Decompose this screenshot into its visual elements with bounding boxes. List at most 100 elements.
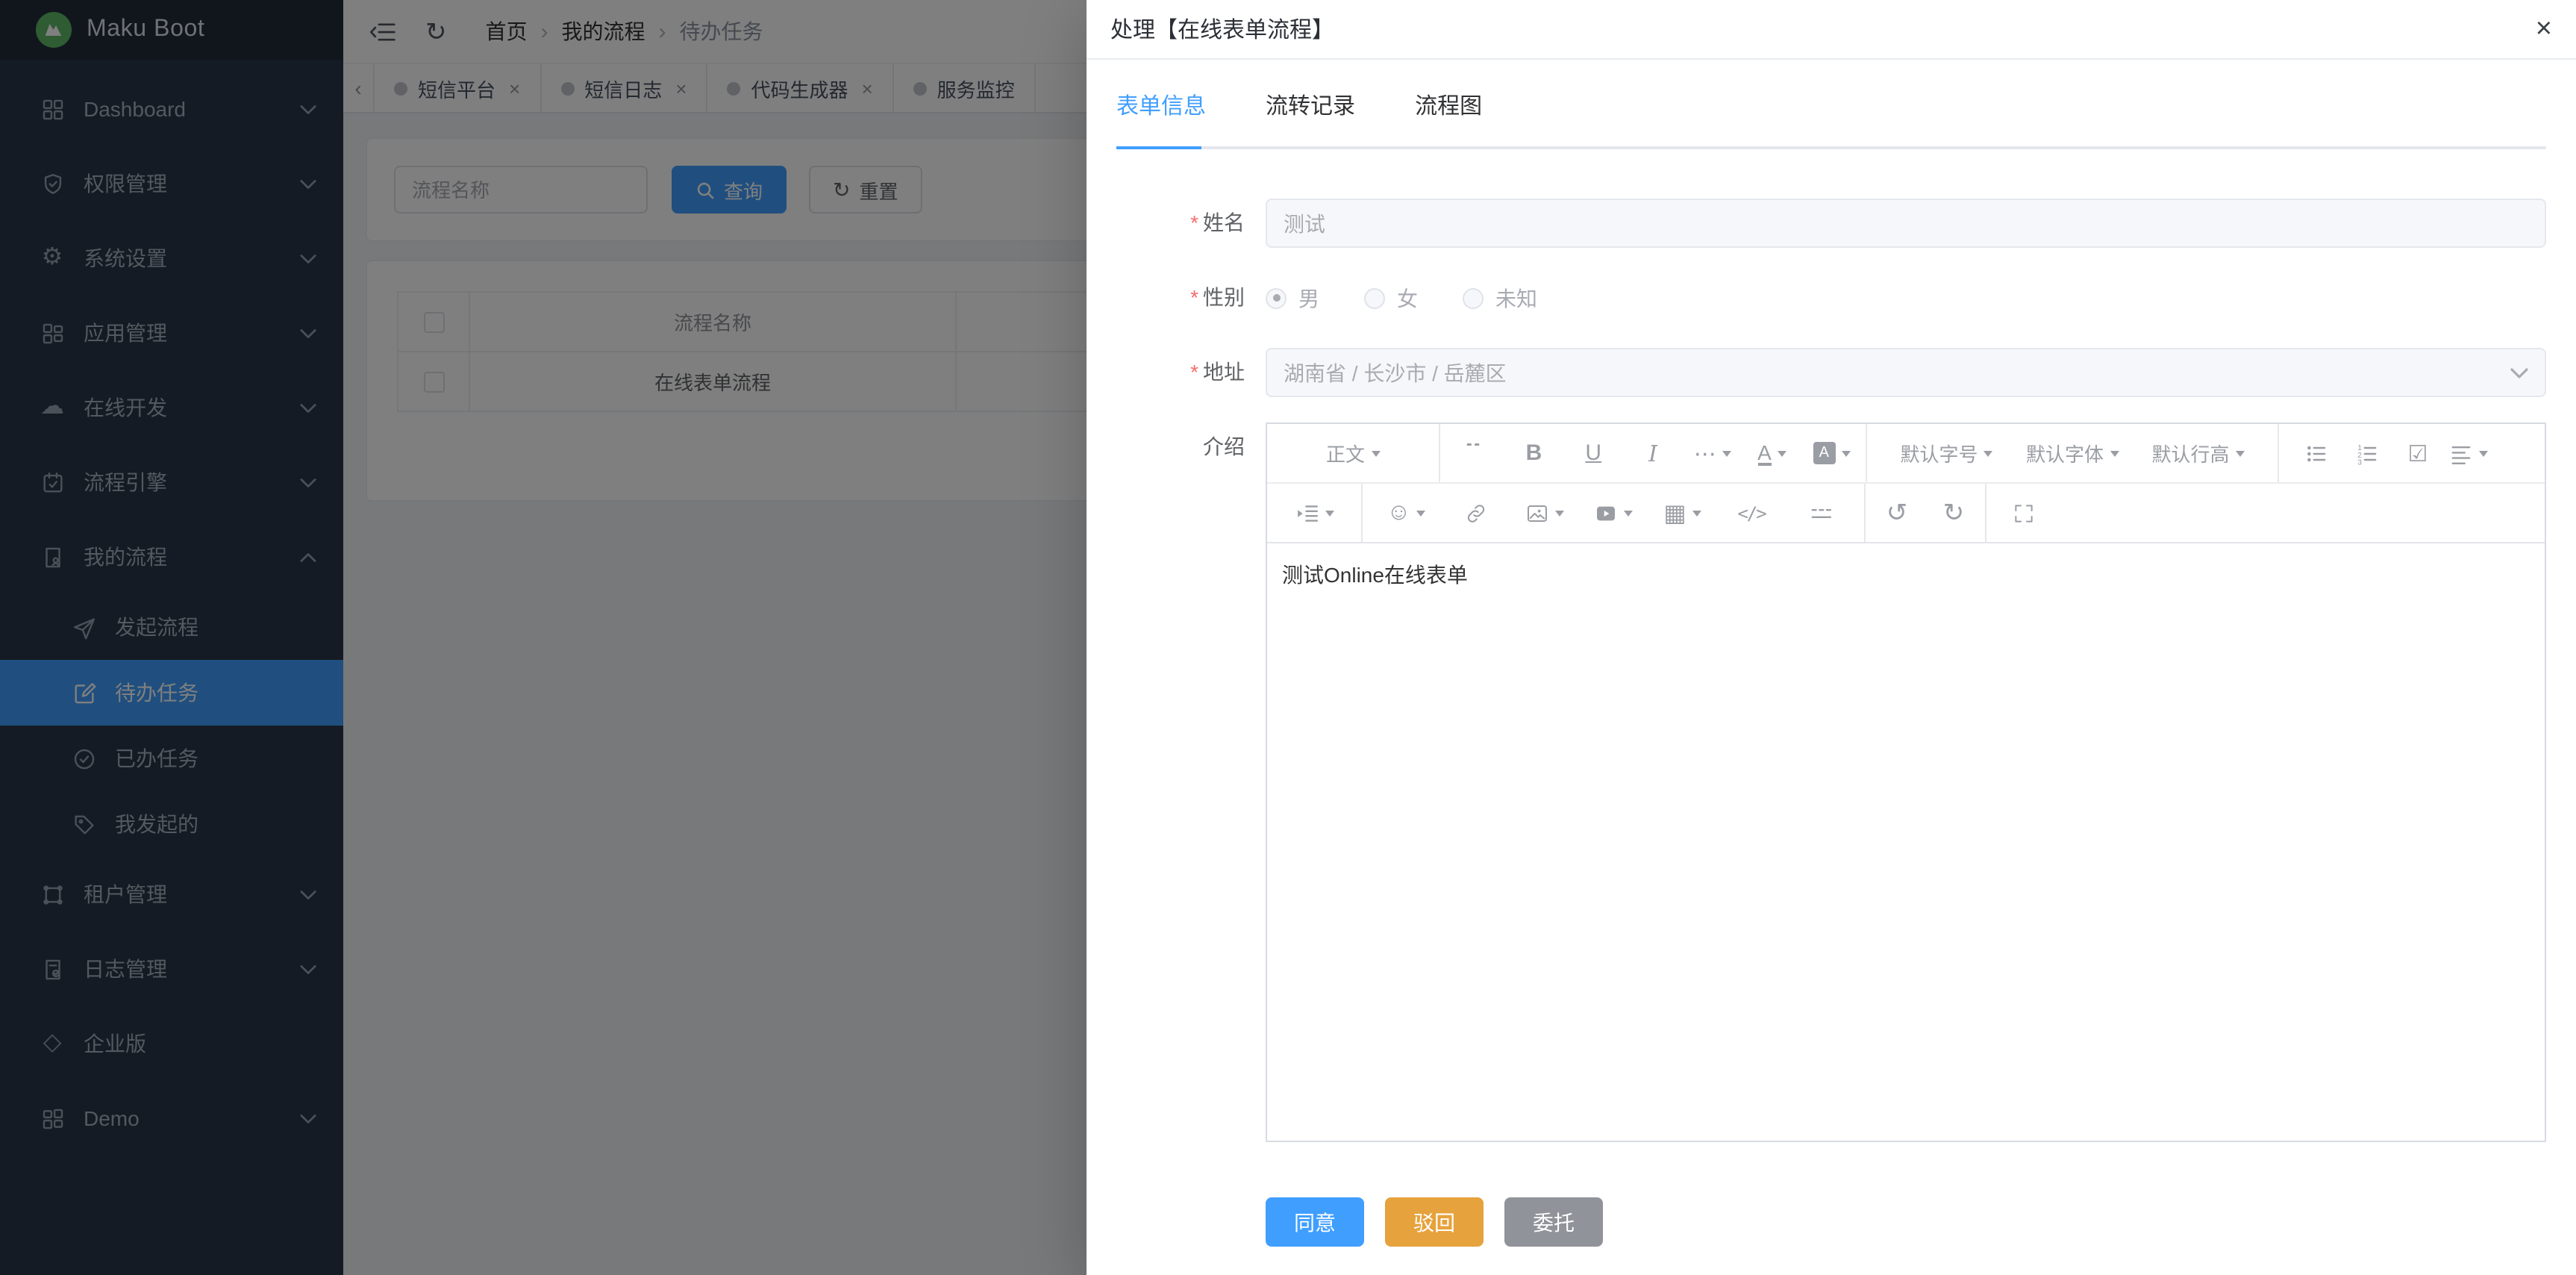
label-text: 姓名 [1203, 211, 1245, 234]
tab-flow-diagram[interactable]: 流程图 [1415, 89, 1482, 120]
caret-down-icon [1984, 450, 1993, 456]
ordered-list-icon[interactable]: 123 [2342, 432, 2392, 474]
undo-glyph: ↺ [1886, 498, 1908, 528]
paragraph-style-label: 正文 [1326, 439, 1365, 467]
underline-icon[interactable]: U [1568, 432, 1619, 474]
more-glyph: ⋯ [1694, 440, 1716, 467]
table-icon[interactable]: ▦ [1657, 492, 1708, 534]
radio-male[interactable]: 男 [1266, 283, 1319, 313]
reject-button[interactable]: 驳回 [1385, 1197, 1484, 1247]
radio-label: 男 [1298, 283, 1319, 313]
bg-color-glyph: A [1813, 442, 1835, 464]
quote-glyph: “ [1465, 443, 1484, 464]
drawer-tabs: 表单信息 流转记录 流程图 [1087, 60, 2576, 149]
svg-text:3: 3 [2357, 458, 2362, 465]
caret-down-icon [1555, 510, 1564, 516]
tabs-track-line [1116, 146, 2546, 149]
tab-flow-records[interactable]: 流转记录 [1266, 89, 1355, 120]
radio-unchecked-icon [1463, 287, 1484, 308]
bold-glyph: B [1526, 440, 1542, 466]
italic-glyph: I [1648, 440, 1657, 467]
radio-label: 未知 [1495, 283, 1537, 313]
tabs-active-bar [1116, 146, 1201, 149]
form-row-address: *地址 湖南省 / 长沙市 / 岳麓区 [1087, 348, 2576, 397]
radio-unchecked-icon [1364, 287, 1385, 308]
todo-glyph: ☑ [2408, 440, 2428, 467]
address-label: *地址 [1087, 348, 1266, 397]
table-glyph: ▦ [1663, 498, 1686, 528]
underline-glyph: U [1585, 440, 1601, 466]
bullet-list-icon[interactable] [2291, 432, 2342, 474]
app-window: Maku Boot Dashboard 权限管理 ⚙ 系统设置 应用管理 [0, 0, 2576, 1275]
link-icon[interactable] [1450, 492, 1501, 534]
caret-down-icon [2479, 450, 2488, 456]
font-family-label: 默认字体 [2026, 439, 2104, 467]
drawer-actions: 同意 驳回 委托 [1087, 1168, 2576, 1247]
label-text: 地址 [1203, 360, 1245, 384]
line-height-dropdown[interactable]: 默认行高 [2151, 432, 2244, 474]
close-icon[interactable]: × [2536, 15, 2552, 43]
font-color-glyph: A [1757, 441, 1772, 465]
radio-unknown[interactable]: 未知 [1463, 283, 1537, 313]
required-asterisk: * [1190, 285, 1198, 309]
editor-content[interactable]: 测试Online在线表单 [1267, 543, 2545, 1141]
more-styles-icon[interactable]: ⋯ [1687, 432, 1738, 474]
radio-female[interactable]: 女 [1364, 283, 1418, 313]
toolbar-group-paragraph: 正文 [1267, 424, 1440, 482]
redo-glyph: ↻ [1943, 498, 1965, 528]
drawer-header: 处理【在线表单流程】 × [1087, 0, 2576, 60]
emoji-icon[interactable]: ☺ [1381, 492, 1432, 534]
modal-overlay[interactable] [0, 0, 1087, 1275]
italic-icon[interactable]: I [1628, 432, 1678, 474]
address-select[interactable]: 湖南省 / 长沙市 / 岳麓区 [1266, 348, 2546, 397]
code-icon[interactable]: </> [1726, 492, 1777, 534]
name-label: *姓名 [1087, 199, 1266, 248]
code-glyph: </> [1737, 502, 1765, 523]
font-color-icon[interactable]: A [1747, 432, 1798, 474]
emoji-glyph: ☺ [1387, 499, 1411, 526]
required-asterisk: * [1190, 360, 1198, 384]
video-icon[interactable] [1588, 492, 1639, 534]
quote-icon[interactable]: “ [1449, 432, 1500, 474]
bold-icon[interactable]: B [1509, 432, 1560, 474]
redo-icon[interactable]: ↻ [1928, 492, 1979, 534]
align-dropdown-icon[interactable] [2443, 432, 2494, 474]
fullscreen-icon[interactable] [1998, 492, 2049, 534]
gender-radio-group: 男 女 未知 [1266, 273, 2546, 322]
required-asterisk: * [1190, 211, 1198, 234]
caret-down-icon [1778, 450, 1786, 456]
name-field[interactable]: 测试 [1266, 199, 2546, 248]
toolbar-group-insert: ☺ ▦ </> [1363, 484, 1866, 542]
caret-down-icon [1624, 510, 1633, 516]
undo-icon[interactable]: ↺ [1872, 492, 1922, 534]
label-text: 介绍 [1203, 434, 1245, 458]
form-row-gender: *性别 男 女 未知 [1087, 273, 2576, 322]
label-text: 性别 [1203, 285, 1245, 309]
divider-icon[interactable] [1795, 492, 1846, 534]
toolbar-group-font: 默认字号 默认字体 默认行高 [1867, 424, 2279, 482]
drawer-body: *姓名 测试 *性别 男 [1087, 149, 2576, 1247]
toolbar-group-lists: 123 ☑ [2279, 424, 2545, 482]
tab-form-info[interactable]: 表单信息 [1116, 89, 1206, 120]
image-icon[interactable] [1519, 492, 1570, 534]
radio-label: 女 [1397, 283, 1418, 313]
bg-color-icon[interactable]: A [1806, 432, 1857, 474]
indent-dropdown-icon[interactable] [1289, 492, 1339, 534]
approve-button[interactable]: 同意 [1266, 1197, 1364, 1247]
caret-down-icon [1417, 510, 1426, 516]
font-size-dropdown[interactable]: 默认字号 [1900, 432, 1992, 474]
paragraph-style-dropdown[interactable]: 正文 [1326, 432, 1380, 474]
editor-toolbar-row-2: ☺ ▦ </> ↺ ↻ [1267, 484, 2545, 543]
caret-down-icon [2236, 450, 2245, 456]
chevron-down-icon [2510, 367, 2528, 378]
todo-list-icon[interactable]: ☑ [2392, 432, 2443, 474]
address-value: 湖南省 / 长沙市 / 岳麓区 [1284, 358, 1507, 387]
toolbar-group-history: ↺ ↻ [1866, 484, 1986, 542]
delegate-button[interactable]: 委托 [1504, 1197, 1603, 1247]
caret-down-icon [1841, 450, 1850, 456]
intro-label: 介绍 [1087, 423, 1266, 1142]
caret-down-icon [1722, 450, 1731, 456]
process-drawer: 处理【在线表单流程】 × 表单信息 流转记录 流程图 *姓名 测试 [1087, 0, 2576, 1275]
drawer-title: 处理【在线表单流程】 [1110, 13, 1334, 45]
font-family-dropdown[interactable]: 默认字体 [2026, 432, 2119, 474]
